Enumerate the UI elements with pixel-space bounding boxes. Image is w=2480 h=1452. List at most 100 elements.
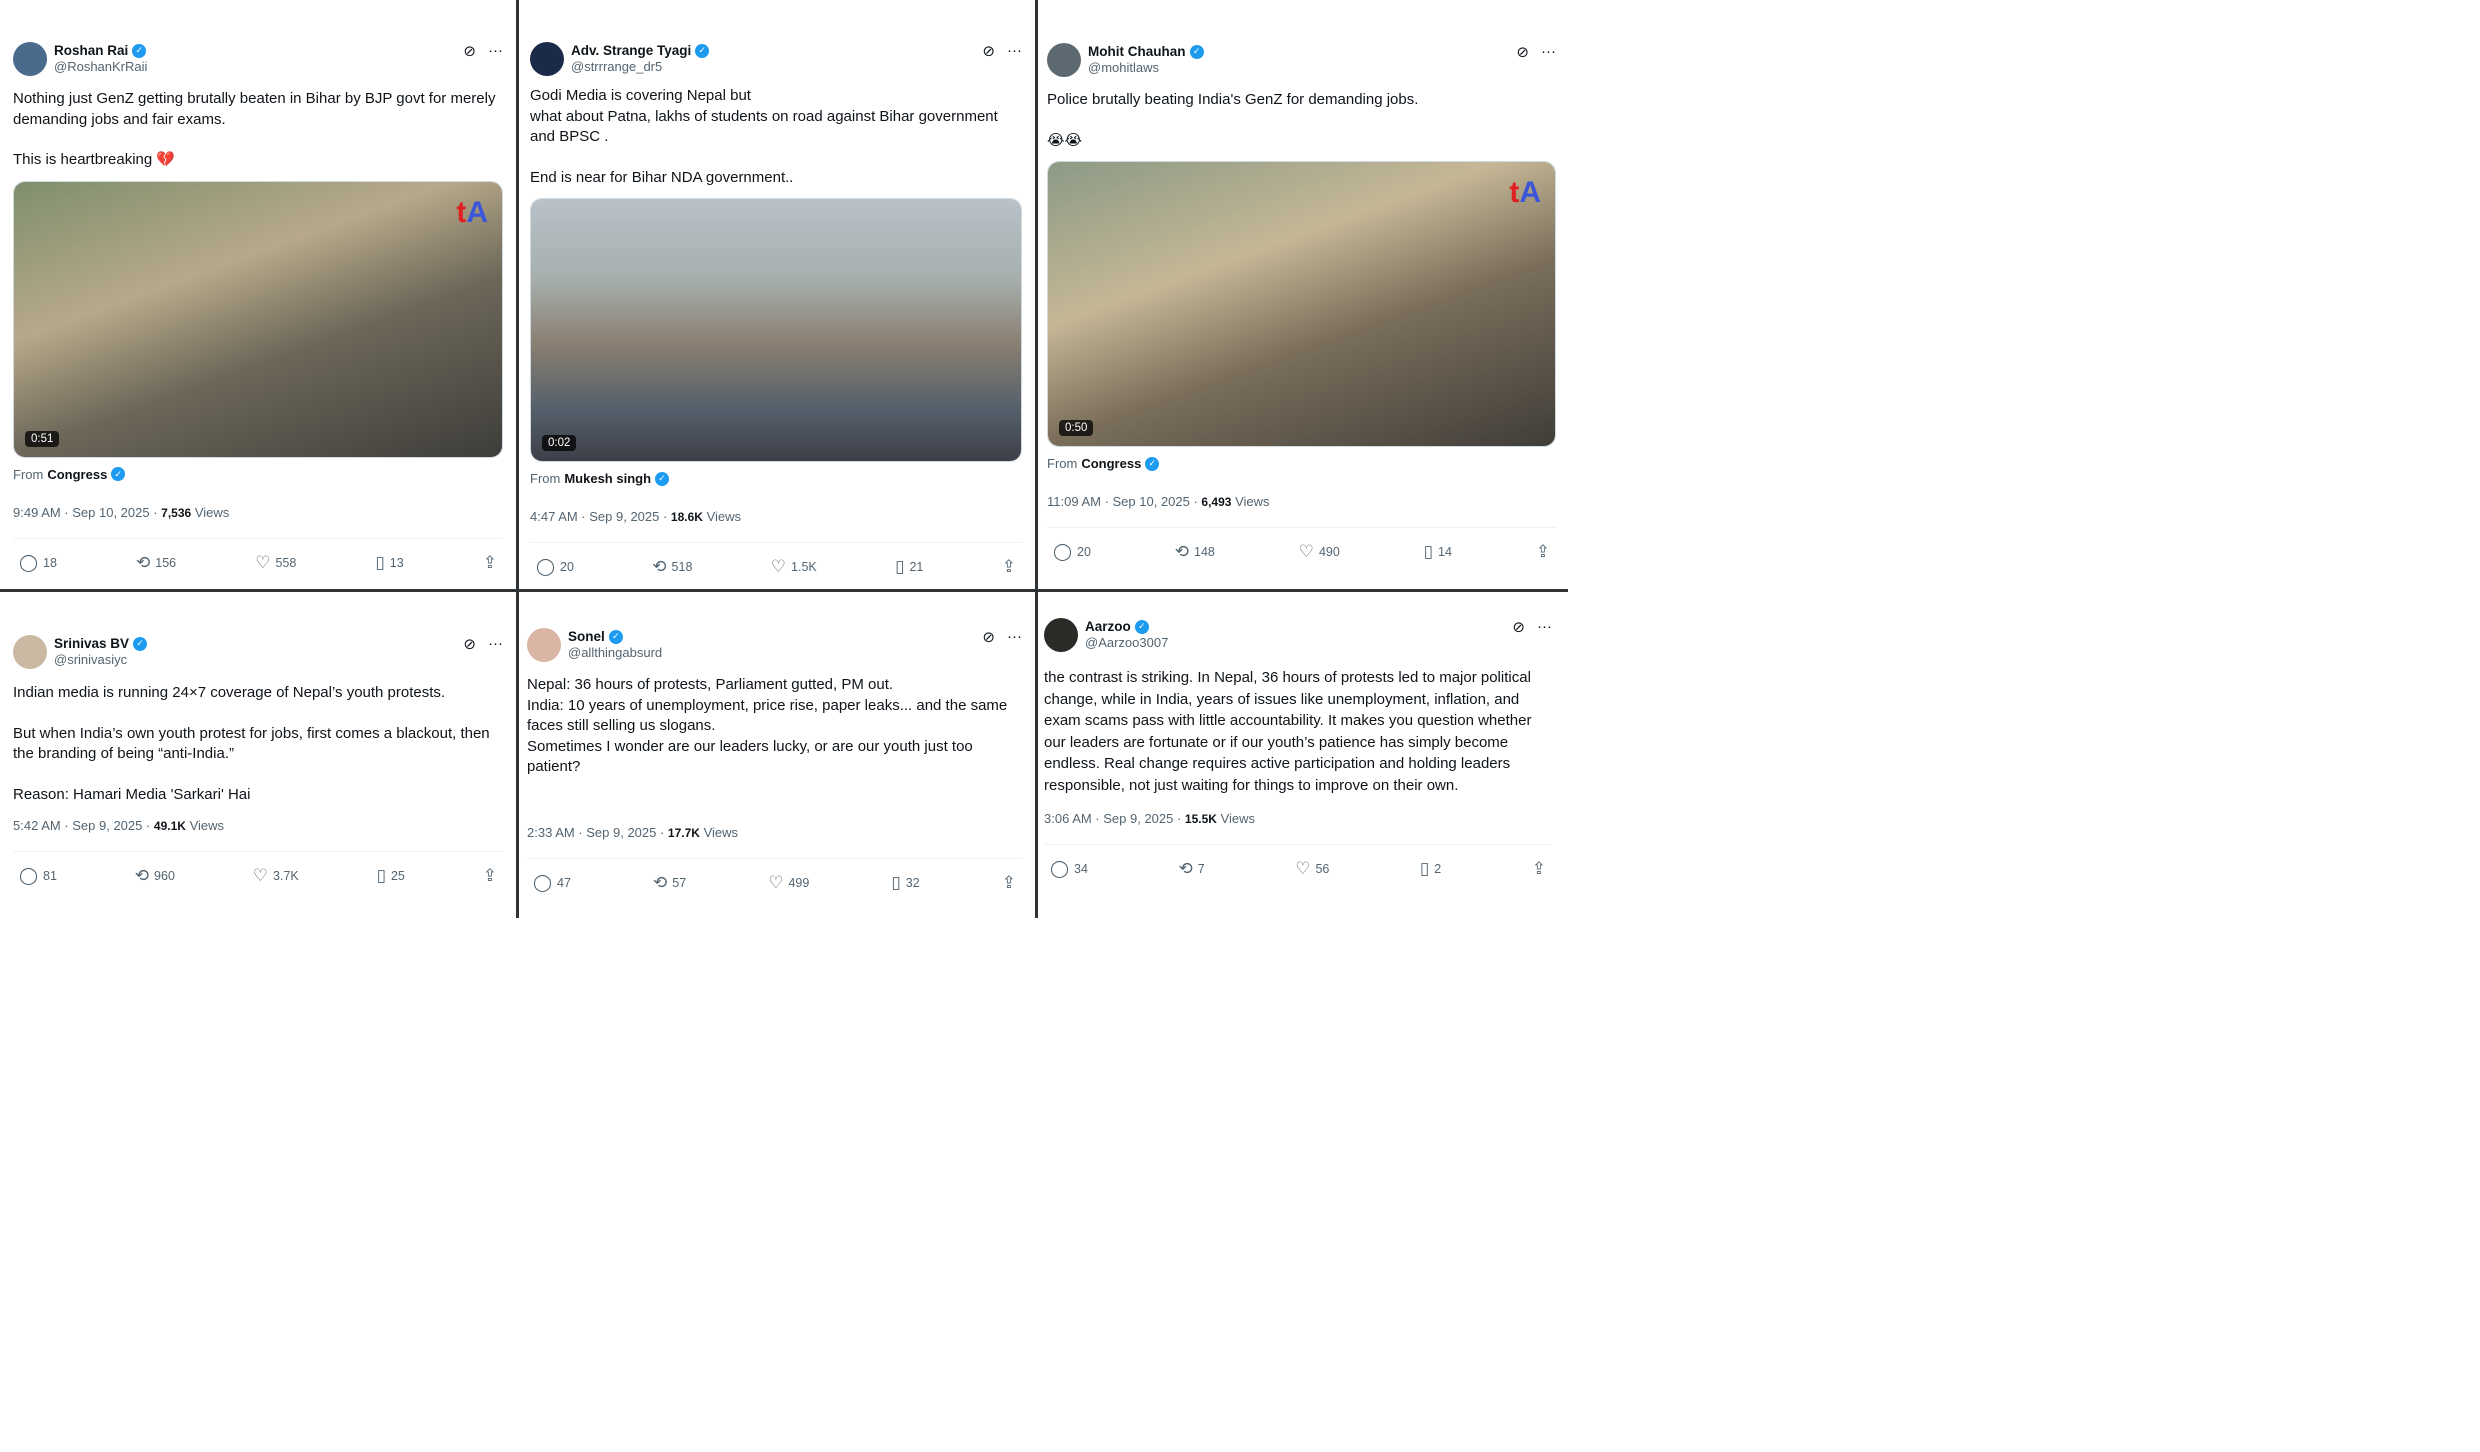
bookmark-icon: ▯ bbox=[376, 866, 386, 885]
bookmark-button[interactable]: ▯ 25 bbox=[377, 866, 405, 886]
verified-icon: ✓ bbox=[133, 636, 148, 651]
verified-icon: ✓ bbox=[655, 471, 670, 486]
from-attribution[interactable]: From Mukesh singh ✓ bbox=[530, 471, 1022, 486]
display-name[interactable]: Adv. Strange Tyagi bbox=[571, 43, 691, 58]
video-player[interactable]: 0:02 bbox=[530, 198, 1022, 462]
share-button[interactable]: ⇪ bbox=[1536, 542, 1550, 562]
tweet-meta: 9:49 AM · Sep 10, 2025 · 7,536 Views bbox=[13, 505, 503, 520]
reply-icon: ◯ bbox=[1053, 542, 1073, 561]
grok-icon[interactable]: ⊘ bbox=[463, 635, 476, 653]
like-button[interactable]: ♡ 1.5K bbox=[771, 557, 817, 577]
retweet-button[interactable]: ⟲ 960 bbox=[135, 866, 175, 886]
reply-button[interactable]: ◯ 34 bbox=[1050, 859, 1088, 879]
video-player[interactable]: tA 0:50 bbox=[1047, 161, 1556, 447]
like-button[interactable]: ♡ 490 bbox=[1299, 542, 1340, 562]
like-button[interactable]: ♡ 499 bbox=[768, 873, 809, 893]
display-name[interactable]: Mohit Chauhan bbox=[1088, 44, 1186, 59]
from-attribution[interactable]: From Congress ✓ bbox=[1047, 456, 1556, 471]
tweet-paragraph: Nepal: 36 hours of protests, Parliament … bbox=[527, 676, 1008, 775]
reply-button[interactable]: ◯ 47 bbox=[533, 873, 571, 893]
handle[interactable]: @Aarzoo3007 bbox=[1085, 635, 1512, 650]
view-count: 6,493 bbox=[1201, 495, 1232, 509]
avatar[interactable] bbox=[1047, 43, 1081, 77]
bookmark-button[interactable]: ▯ 14 bbox=[1424, 542, 1452, 562]
like-button[interactable]: ♡ 3.7K bbox=[253, 866, 299, 886]
avatar[interactable] bbox=[527, 628, 561, 662]
avatar[interactable] bbox=[13, 42, 47, 76]
more-icon[interactable]: ··· bbox=[488, 635, 503, 653]
handle[interactable]: @mohitlaws bbox=[1088, 60, 1516, 75]
verified-icon: ✓ bbox=[111, 467, 126, 481]
handle[interactable]: @allthingabsurd bbox=[568, 645, 982, 660]
display-name[interactable]: Roshan Rai bbox=[54, 43, 128, 58]
avatar[interactable] bbox=[1044, 618, 1078, 652]
retweet-button[interactable]: ⟲ 156 bbox=[136, 553, 176, 573]
verified-icon: ✓ bbox=[1134, 619, 1149, 634]
verified-icon: ✓ bbox=[695, 43, 710, 58]
more-icon[interactable]: ··· bbox=[488, 42, 503, 60]
share-button[interactable]: ⇪ bbox=[1002, 557, 1016, 577]
reply-button[interactable]: ◯ 20 bbox=[1053, 542, 1091, 562]
grok-icon[interactable]: ⊘ bbox=[982, 42, 995, 60]
reply-icon: ◯ bbox=[536, 557, 556, 576]
tweet-paragraph: Nothing just GenZ getting brutally beate… bbox=[13, 90, 500, 128]
handle[interactable]: @strrrange_dr5 bbox=[571, 59, 982, 74]
handle[interactable]: @RoshanKrRaii bbox=[54, 59, 463, 74]
avatar[interactable] bbox=[13, 635, 47, 669]
timestamp[interactable]: 5:42 AM · Sep 9, 2025 · bbox=[13, 818, 154, 833]
verified-icon: ✓ bbox=[1145, 456, 1160, 471]
share-button[interactable]: ⇪ bbox=[1532, 859, 1546, 879]
more-icon[interactable]: ··· bbox=[1537, 618, 1552, 636]
display-name[interactable]: Sonel bbox=[568, 629, 605, 644]
share-button[interactable]: ⇪ bbox=[1002, 873, 1016, 893]
avatar[interactable] bbox=[530, 42, 564, 76]
from-label: From bbox=[13, 466, 44, 482]
action-bar: ◯ 81 ⟲ 960 ♡ 3.7K ▯ 25 ⇪ bbox=[13, 866, 503, 886]
share-icon: ⇪ bbox=[1531, 859, 1546, 878]
retweet-button[interactable]: ⟲ 148 bbox=[1175, 542, 1215, 562]
retweet-icon: ⟲ bbox=[134, 866, 150, 885]
like-button[interactable]: ♡ 558 bbox=[255, 553, 296, 573]
display-name[interactable]: Srinivas BV bbox=[54, 636, 129, 651]
timestamp[interactable]: 2:33 AM · Sep 9, 2025 · bbox=[527, 825, 668, 840]
bookmark-button[interactable]: ▯ 13 bbox=[375, 553, 403, 573]
reply-button[interactable]: ◯ 81 bbox=[19, 866, 57, 886]
retweet-button[interactable]: ⟲ 57 bbox=[653, 873, 686, 893]
from-account[interactable]: Congress bbox=[47, 467, 107, 482]
video-player[interactable]: tA 0:51 bbox=[13, 180, 503, 458]
from-attribution[interactable]: From Congress ✓ bbox=[13, 467, 503, 482]
retweet-button[interactable]: ⟲ 518 bbox=[652, 557, 692, 577]
grok-icon[interactable]: ⊘ bbox=[463, 42, 476, 60]
retweet-button[interactable]: ⟲ 7 bbox=[1178, 859, 1204, 879]
bookmark-button[interactable]: ▯ 32 bbox=[891, 873, 919, 893]
view-count: 7,536 bbox=[161, 505, 192, 520]
retweet-icon: ⟲ bbox=[1174, 542, 1190, 561]
more-icon[interactable]: ··· bbox=[1007, 42, 1022, 60]
timestamp[interactable]: 4:47 AM · Sep 9, 2025 · bbox=[530, 509, 671, 524]
view-count: 49.1K bbox=[153, 819, 186, 833]
bookmark-button[interactable]: ▯ 21 bbox=[895, 557, 923, 577]
like-button[interactable]: ♡ 56 bbox=[1295, 859, 1329, 879]
grok-icon[interactable]: ⊘ bbox=[1512, 618, 1525, 636]
tweet-collage: Roshan Rai ✓ @RoshanKrRaii ⊘ ··· Nothing j… bbox=[0, 0, 1568, 918]
reply-button[interactable]: ◯ 20 bbox=[536, 557, 574, 577]
tweet-text: Indian media is running 24×7 coverage of… bbox=[13, 683, 503, 805]
bookmark-icon: ▯ bbox=[1419, 859, 1430, 878]
from-account[interactable]: Congress bbox=[1081, 456, 1141, 471]
from-account[interactable]: Mukesh singh bbox=[564, 471, 651, 486]
share-button[interactable]: ⇪ bbox=[483, 553, 497, 573]
column-divider bbox=[516, 0, 519, 918]
reply-button[interactable]: ◯ 18 bbox=[19, 553, 57, 573]
handle[interactable]: @srinivasiyc bbox=[54, 652, 463, 667]
bookmark-button[interactable]: ▯ 2 bbox=[1420, 859, 1441, 879]
display-name[interactable]: Aarzoo bbox=[1085, 619, 1131, 634]
timestamp[interactable]: 9:49 AM · Sep 10, 2025 · bbox=[13, 505, 161, 520]
grok-icon[interactable]: ⊘ bbox=[1516, 43, 1529, 61]
timestamp[interactable]: 11:09 AM · Sep 10, 2025 · bbox=[1047, 494, 1201, 509]
timestamp[interactable]: 3:06 AM · Sep 9, 2025 · bbox=[1044, 811, 1185, 826]
grok-icon[interactable]: ⊘ bbox=[982, 628, 995, 646]
more-icon[interactable]: ··· bbox=[1541, 43, 1556, 61]
reply-icon: ◯ bbox=[1050, 859, 1070, 878]
share-button[interactable]: ⇪ bbox=[483, 866, 497, 886]
more-icon[interactable]: ··· bbox=[1007, 628, 1022, 646]
